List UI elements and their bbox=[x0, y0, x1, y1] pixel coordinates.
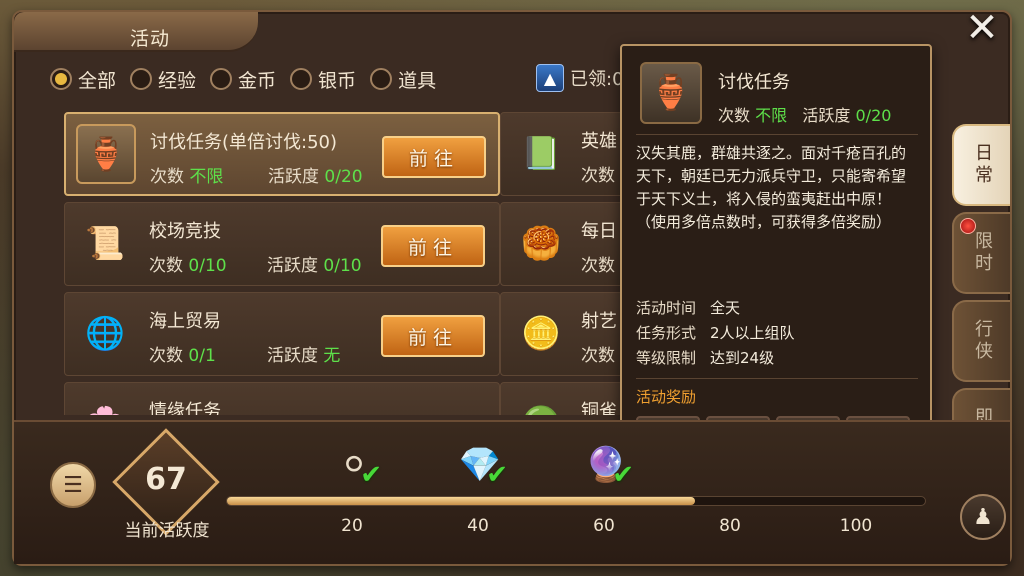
task-name: 英雄 bbox=[581, 131, 617, 152]
task-count: 次数 bbox=[581, 256, 615, 276]
activity-label: 当前活跃度 bbox=[124, 521, 210, 541]
task-name: 每日 bbox=[581, 221, 617, 242]
filter-all[interactable]: 全部 bbox=[50, 64, 116, 94]
task-activity: 活跃度 0/10 bbox=[267, 256, 362, 276]
tab-limited[interactable]: 限时 bbox=[952, 212, 1010, 294]
orb-icon: 🟢 bbox=[511, 393, 571, 415]
check-icon: ✔ bbox=[360, 460, 382, 490]
filter-silver[interactable]: 银币 bbox=[290, 64, 356, 94]
filter-exp[interactable]: 经验 bbox=[130, 64, 196, 94]
radio-icon bbox=[370, 68, 393, 90]
filter-label: 金币 bbox=[238, 69, 277, 92]
task-card[interactable]: 📗 英雄 次数 bbox=[500, 112, 630, 196]
globe-icon: 🌐 bbox=[85, 314, 125, 352]
milestone-label: 80 bbox=[719, 516, 741, 536]
arrow-up-icon: ▲ bbox=[536, 64, 564, 92]
tab-daily[interactable]: 日常 bbox=[952, 124, 1010, 206]
tooltip-stats: 次数 不限 活跃度 0/20 bbox=[718, 106, 892, 125]
task-count: 次数 bbox=[581, 346, 615, 366]
bronze-vessel-icon: 🏺 bbox=[76, 124, 136, 184]
notebook-icon: ☰ bbox=[63, 472, 83, 498]
scroll-icon: 📜 bbox=[85, 224, 125, 262]
divider bbox=[636, 378, 918, 379]
task-name: 射艺 bbox=[581, 311, 617, 332]
task-count: 次数 不限 bbox=[150, 167, 224, 187]
bronze-vessel-icon: 🏺 bbox=[640, 62, 702, 124]
go-button[interactable]: 前往 bbox=[381, 225, 485, 267]
close-button[interactable]: ✕ bbox=[960, 5, 1004, 51]
milestone-label: 100 bbox=[839, 516, 873, 536]
milestone-chest[interactable]: 💎 ✔ bbox=[448, 440, 512, 490]
close-icon: ✕ bbox=[965, 5, 999, 51]
book-icon: 📗 bbox=[521, 134, 561, 172]
activity-value: 67 bbox=[145, 462, 187, 497]
window-title: 活动 bbox=[130, 28, 171, 50]
progress-fill bbox=[227, 497, 695, 505]
task-count: 次数 0/1 bbox=[149, 346, 216, 366]
tooltip-info: 活动时间 全天 任务形式 2人以上组队 等级限制 达到24级 bbox=[636, 299, 795, 367]
task-card[interactable]: 🥮 每日 次数 bbox=[500, 202, 630, 286]
task-name: 海上贸易 bbox=[149, 311, 221, 332]
radio-icon bbox=[50, 68, 72, 90]
milestone-label: 60 bbox=[593, 516, 615, 536]
task-name: 情缘任务 bbox=[149, 401, 221, 415]
claimed-counter: ▲ 已领:0 bbox=[536, 64, 624, 92]
task-name: 校场竞技 bbox=[149, 221, 221, 242]
side-tabs: 日常 限时 行侠 即将 bbox=[952, 124, 1010, 470]
radio-icon bbox=[290, 68, 313, 90]
notebook-button[interactable]: ☰ bbox=[50, 462, 96, 508]
notification-dot bbox=[960, 218, 976, 234]
filter-label: 全部 bbox=[78, 69, 117, 92]
tooltip-title: 讨伐任务 bbox=[718, 72, 790, 93]
milestone-chest[interactable]: ⚪ ✔ bbox=[322, 440, 386, 490]
reward-title: 活动奖励 bbox=[636, 388, 697, 406]
task-card[interactable]: 🏺 讨伐任务(单倍讨伐:50) 次数 不限 活跃度 0/20 前往 bbox=[64, 112, 500, 196]
tab-xingxia[interactable]: 行侠 bbox=[952, 300, 1010, 382]
task-name: 铜雀 bbox=[581, 401, 617, 415]
milestone-label: 40 bbox=[467, 516, 489, 536]
filter-label: 经验 bbox=[158, 69, 197, 92]
task-card[interactable]: 🟢 铜雀 bbox=[500, 382, 630, 415]
task-card[interactable]: 🌐 海上贸易 次数 0/1 活跃度 无 前往 bbox=[64, 292, 500, 376]
check-icon: ✔ bbox=[612, 460, 634, 490]
go-button[interactable]: 前往 bbox=[382, 136, 486, 178]
claimed-label: 已领:0 bbox=[570, 69, 624, 90]
task-count: 次数 0/10 bbox=[149, 256, 227, 276]
milestone-chest[interactable]: 🔮 ✔ bbox=[574, 440, 638, 490]
coin-icon: 🪙 bbox=[521, 314, 561, 352]
filter-row: 全部 经验 金币 银币 道具 bbox=[50, 64, 436, 94]
task-name: 讨伐任务(单倍讨伐:50) bbox=[150, 132, 338, 153]
task-count: 次数 bbox=[581, 166, 615, 186]
character-button[interactable]: ♟ bbox=[960, 494, 1006, 540]
go-button[interactable]: 前往 bbox=[381, 315, 485, 357]
task-card[interactable]: 🪙 射艺 次数 bbox=[500, 292, 630, 376]
filter-items[interactable]: 道具 bbox=[370, 64, 436, 94]
task-card[interactable]: 🌸 情缘任务 bbox=[64, 382, 500, 415]
milestone-label: 20 bbox=[341, 516, 363, 536]
tooltip-description: 汉失其鹿，群雄共逐之。面对千疮百孔的天下，朝廷已无力派兵守卫，只能寄希望于天下义… bbox=[636, 144, 907, 231]
character-icon: ♟ bbox=[973, 504, 993, 530]
activity-progress bbox=[226, 496, 926, 506]
task-list[interactable]: 🏺 讨伐任务(单倍讨伐:50) 次数 不限 活跃度 0/20 前往 📜 校场竞技… bbox=[60, 110, 630, 415]
radio-icon bbox=[210, 68, 233, 90]
cake-icon: 🥮 bbox=[521, 224, 561, 262]
check-icon: ✔ bbox=[486, 460, 508, 490]
filter-gold[interactable]: 金币 bbox=[210, 64, 276, 94]
flower-icon: 🌸 bbox=[75, 393, 135, 415]
filter-label: 银币 bbox=[318, 69, 357, 92]
task-activity: 活跃度 无 bbox=[267, 346, 341, 366]
title-banner: 活动 bbox=[14, 12, 258, 52]
task-activity: 活跃度 0/20 bbox=[268, 167, 363, 187]
filter-label: 道具 bbox=[398, 69, 437, 92]
task-card[interactable]: 📜 校场竞技 次数 0/10 活跃度 0/10 前往 bbox=[64, 202, 500, 286]
radio-icon bbox=[130, 68, 153, 90]
divider bbox=[636, 134, 918, 135]
